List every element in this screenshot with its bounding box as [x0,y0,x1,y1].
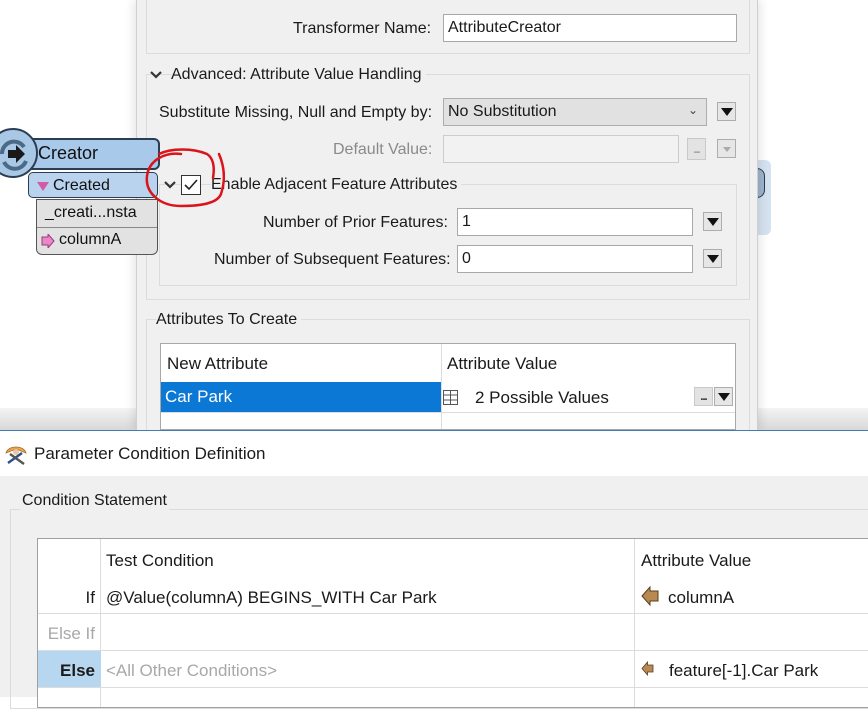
row-divider [38,687,868,688]
divider [37,227,157,228]
condition-cell[interactable]: @Value(columnA) BEGINS_WITH Car Park [106,588,437,608]
enable-adjacent-label[interactable]: Enable Adjacent Feature Attributes [211,176,462,194]
app-icon [5,446,27,465]
column-header-test-condition[interactable]: Test Condition [106,551,214,571]
attribute-arrow-icon [41,234,55,248]
transformer-name-label: Transformer Name: [293,20,432,37]
window-titlebar[interactable]: Parameter Condition Definition [0,431,868,476]
output-port-created[interactable]: Created [28,172,158,198]
column-divider [634,539,635,707]
node-attribute: _creati...nsta [45,204,137,221]
substitute-menu-button[interactable] [717,102,736,121]
subsequent-features-label: Number of Subsequent Features: [214,251,451,268]
port-triangle-icon [37,182,49,191]
condition-cell[interactable]: <All Other Conditions> [106,661,277,681]
transformer-parameters-dialog: Transformer Name: AttributeCreator Advan… [136,0,758,439]
port-label: Created [53,177,110,194]
substitute-label: Substitute Missing, Null and Empty by: [159,104,433,121]
value-cell[interactable]: columnA [668,588,734,608]
node-title: Creator [38,143,99,163]
default-value-input[interactable] [443,135,679,163]
row-divider [38,613,868,614]
attribute-value-menu-button[interactable] [714,387,733,406]
prior-features-label: Number of Prior Features: [263,214,448,231]
substitute-select[interactable]: No Substitution ⌄ [443,98,707,126]
enable-adjacent-checkbox[interactable] [181,175,201,195]
column-divider [441,344,442,429]
window-title: Parameter Condition Definition [34,444,266,463]
node-attribute: columnA [59,231,122,248]
attribute-arrow-icon [641,661,654,676]
column-header-attribute-value[interactable]: Attribute Value [641,551,751,571]
default-value-menu-button[interactable] [717,139,736,158]
condition-statement-title: Condition Statement [20,492,169,510]
row-label-else-if: Else If [47,624,95,643]
substitute-value: No Substitution [448,103,557,120]
condition-table[interactable]: Test Condition Attribute Value If @Value… [37,538,868,708]
row-divider [38,650,868,651]
default-value-label: Default Value: [333,141,433,158]
row-label-else: Else [60,661,95,680]
subsequent-features-input[interactable]: 0 [457,245,693,273]
checkmark-icon [184,179,198,191]
advanced-section-title: Advanced: Attribute Value Handling [171,66,426,84]
row-label-if: If [85,588,95,607]
prior-features-menu-button[interactable] [703,212,722,231]
attribute-arrow-icon [641,586,659,606]
chevron-down-icon[interactable] [149,68,163,82]
column-header-new-attribute[interactable]: New Attribute [167,354,268,374]
table-grid-icon [443,390,458,405]
subsequent-features-menu-button[interactable] [703,249,722,268]
node-attribute-list: _creati...nsta columnA [36,199,158,255]
attribute-value-dots-button[interactable]: ... [694,387,713,406]
row-divider [161,412,735,413]
parameter-condition-window: Parameter Condition Definition Condition… [0,430,868,709]
chevron-down-icon: ⌄ [687,103,698,117]
transformer-name-input[interactable]: AttributeCreator [443,14,737,42]
default-value-dots-button[interactable]: ... [687,138,706,160]
attribute-value-cell[interactable]: 2 Possible Values [475,388,609,408]
column-header-attribute-value[interactable]: Attribute Value [447,354,557,374]
chevron-down-icon[interactable] [163,178,177,192]
prior-features-input[interactable]: 1 [457,208,693,236]
new-attribute-cell[interactable]: Car Park [165,387,232,407]
value-cell[interactable]: feature[-1].Car Park [669,661,818,681]
attributes-table[interactable]: New Attribute Attribute Value Car Park 2… [160,343,736,430]
table-row-selected[interactable]: Car Park [161,382,441,412]
attributes-to-create-title: Attributes To Create [156,311,302,329]
